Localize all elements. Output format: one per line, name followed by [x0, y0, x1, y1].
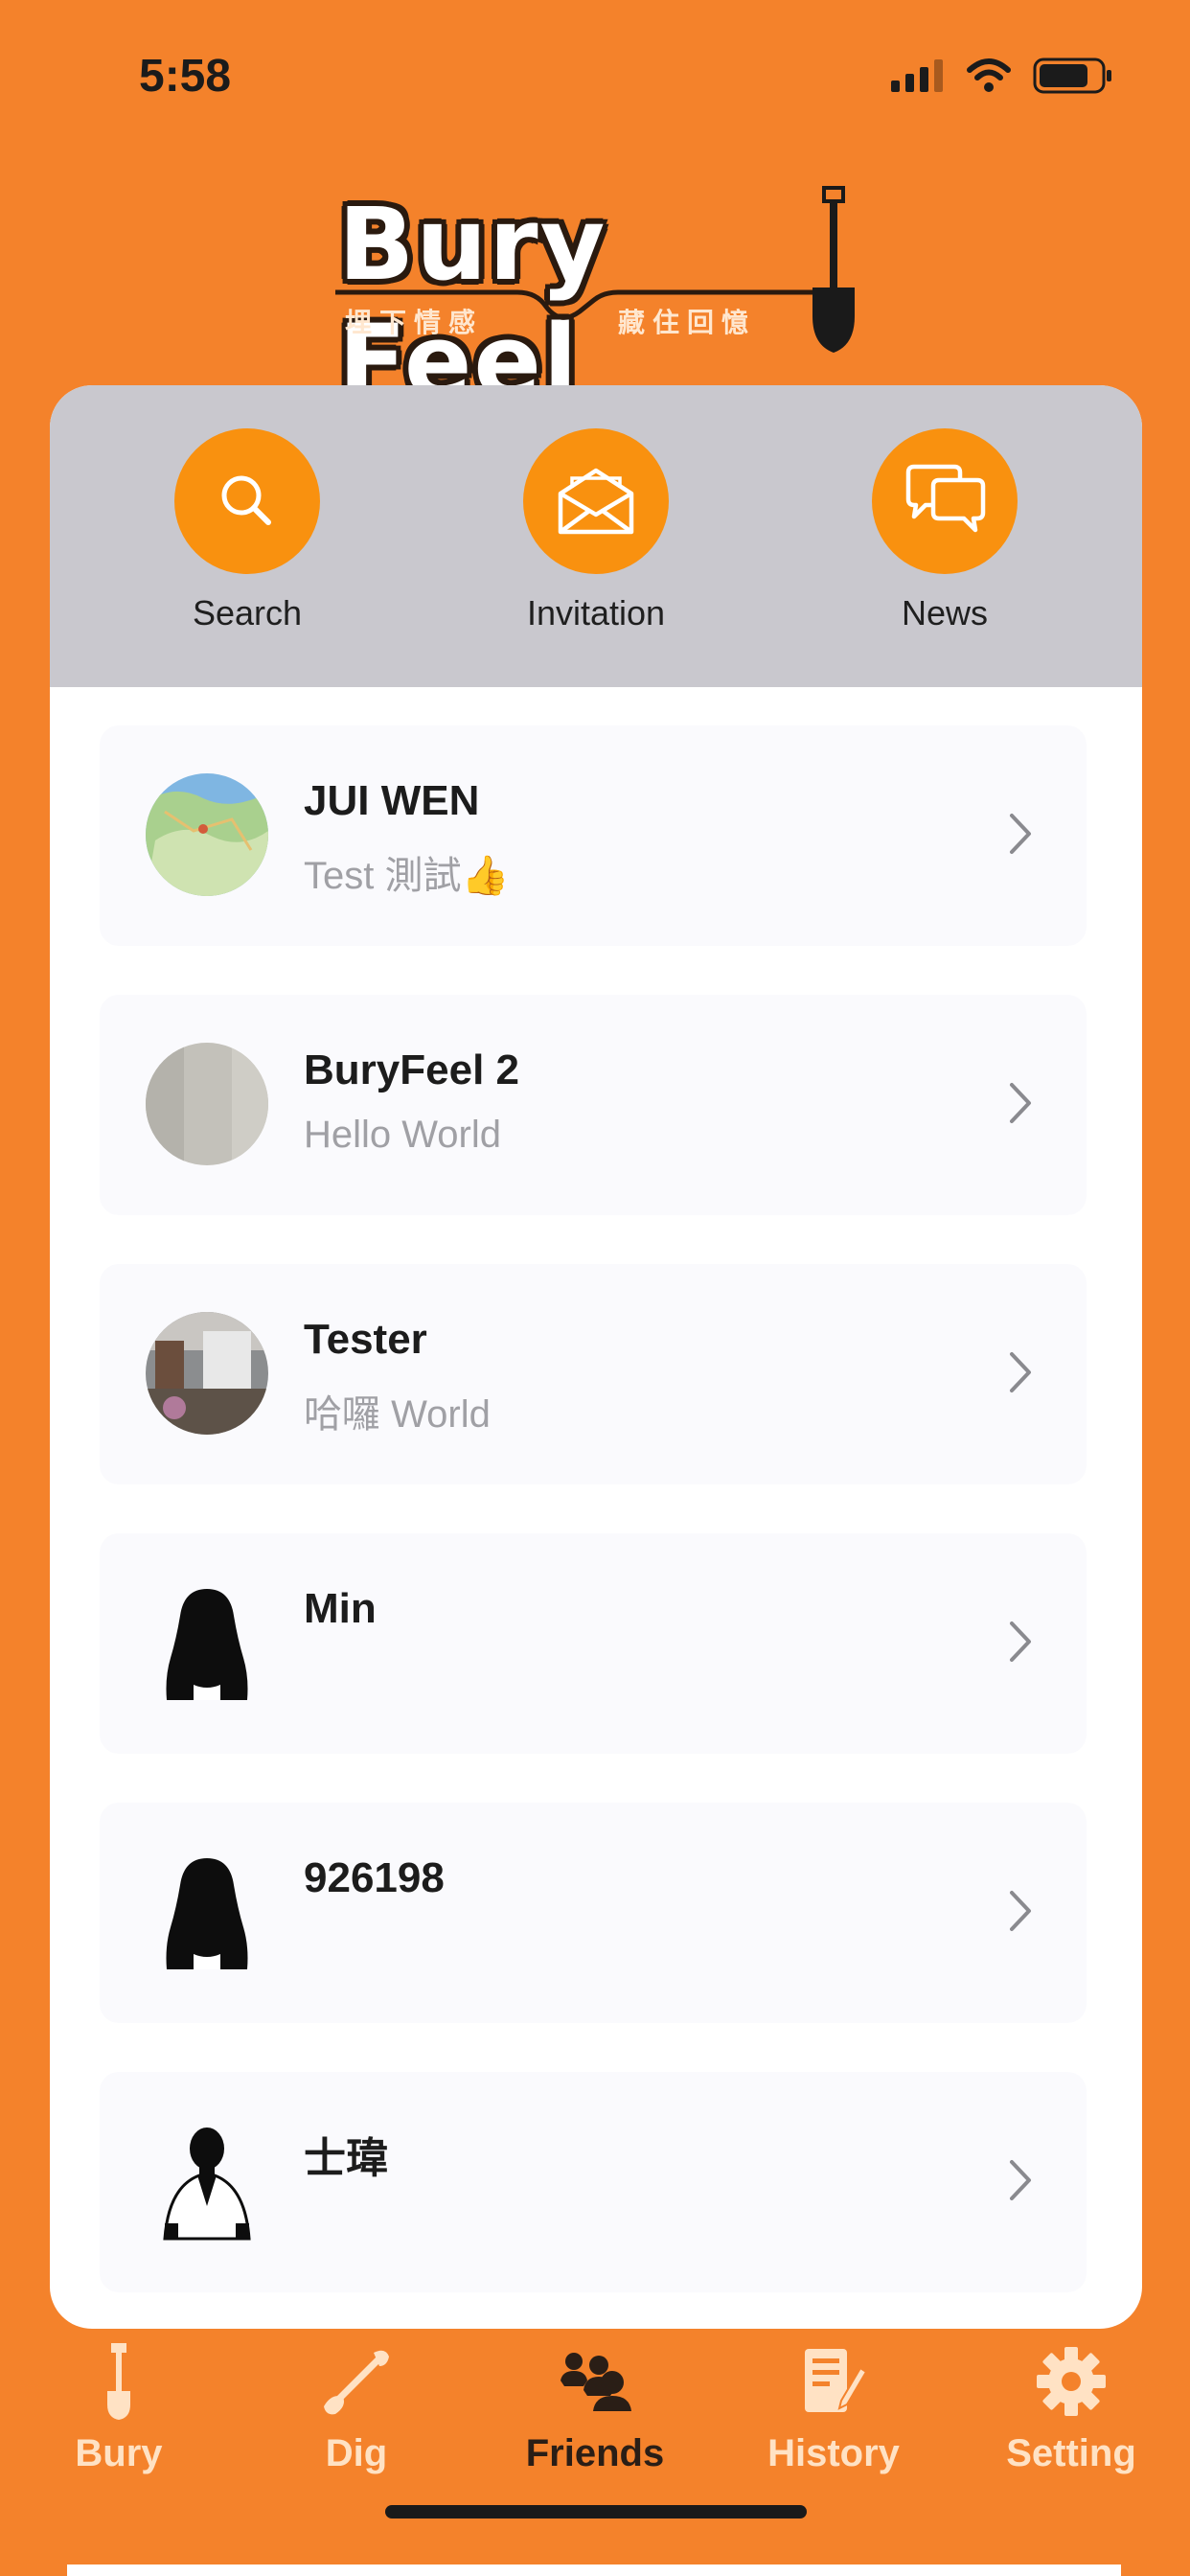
friend-row-min[interactable]: Min	[100, 1533, 1087, 1754]
friends-panel: Search Invitation News JUI WEN Test 測試👍 …	[50, 385, 1142, 2329]
news-action[interactable]: News	[830, 428, 1060, 633]
status-time: 5:58	[139, 51, 232, 102]
tab-bar: Bury Dig Friends History Setting	[0, 2338, 1190, 2511]
tab-history[interactable]: History	[738, 2338, 929, 2475]
tab-label: History	[767, 2432, 900, 2474]
chevron-right-icon	[1010, 814, 1031, 854]
wifi-icon	[967, 58, 1011, 92]
friend-row-926198[interactable]: 926198	[100, 1803, 1087, 2023]
invitation-label: Invitation	[526, 593, 666, 632]
app-logo: Bury Feel 埋下情感 藏住回憶	[331, 182, 867, 420]
friend-name: Min	[304, 1585, 377, 1632]
friend-status: 哈囉 World	[304, 1393, 491, 1436]
friend-name: Tester	[304, 1316, 427, 1363]
friend-row-buryfeel-2[interactable]: BuryFeel 2 Hello World	[100, 995, 1087, 1215]
woman-silhouette-avatar	[146, 1851, 268, 1973]
battery-icon	[1033, 58, 1111, 94]
chevron-right-icon	[1010, 2160, 1031, 2200]
bottom-strip	[67, 2564, 1121, 2576]
chevron-right-icon	[1010, 1891, 1031, 1931]
chevron-right-icon	[1010, 1083, 1031, 1123]
friend-row-jui-wen[interactable]: JUI WEN Test 測試👍	[100, 725, 1087, 946]
envelope-icon	[558, 468, 634, 535]
friend-row-tester[interactable]: Tester 哈囉 World	[100, 1264, 1087, 1484]
tab-bury[interactable]: Bury	[23, 2338, 215, 2475]
invitation-button[interactable]	[523, 428, 669, 574]
status-icons	[891, 58, 1113, 94]
woman-silhouette-avatar	[146, 1581, 268, 1704]
man-silhouette-avatar	[146, 2120, 268, 2242]
tab-friends[interactable]: Friends	[499, 2338, 691, 2475]
friend-name: JUI WEN	[304, 777, 480, 824]
tab-label: Friends	[525, 2432, 665, 2474]
room-photo-avatar	[146, 1312, 268, 1435]
map-avatar	[146, 773, 268, 896]
home-indicator	[385, 2505, 807, 2518]
friend-status: Hello World	[304, 1114, 501, 1156]
news-button[interactable]	[872, 428, 1018, 574]
chevron-right-icon	[1010, 1622, 1031, 1662]
news-label: News	[901, 593, 989, 632]
friend-name: 926198	[304, 1854, 445, 1901]
tab-dig[interactable]: Dig	[261, 2338, 452, 2475]
friend-status: Test 測試👍	[304, 855, 510, 897]
tab-setting[interactable]: Setting	[975, 2338, 1167, 2475]
tab-label: Dig	[325, 2432, 388, 2474]
search-icon	[221, 475, 271, 525]
gray-avatar	[146, 1043, 268, 1165]
shovel-icon	[812, 186, 855, 353]
tab-label: Setting	[1006, 2432, 1136, 2474]
invitation-action[interactable]: Invitation	[481, 428, 711, 633]
signal-icon	[891, 59, 943, 92]
friend-name: BuryFeel 2	[304, 1046, 519, 1093]
tab-label: Bury	[75, 2432, 163, 2474]
friend-name: 士瑋	[304, 2135, 388, 2182]
chat-bubbles-icon	[905, 464, 986, 533]
logo-subtitle-right: 藏住回憶	[618, 307, 757, 338]
shovel-icon	[107, 2343, 130, 2420]
search-action[interactable]: Search	[132, 428, 362, 633]
search-label: Search	[192, 593, 303, 632]
chevron-right-icon	[1010, 1352, 1031, 1392]
logo-subtitle-left: 埋下情感	[345, 307, 484, 338]
search-button[interactable]	[174, 428, 320, 574]
history-icon	[805, 2349, 868, 2412]
friend-row-shiwei[interactable]: 士瑋	[100, 2072, 1087, 2292]
gear-icon	[1037, 2347, 1106, 2416]
status-bar: 5:58	[0, 0, 1190, 144]
quick-actions-bar: Search Invitation News	[50, 385, 1142, 687]
friends-icon	[561, 2353, 631, 2411]
dig-icon	[324, 2350, 389, 2415]
